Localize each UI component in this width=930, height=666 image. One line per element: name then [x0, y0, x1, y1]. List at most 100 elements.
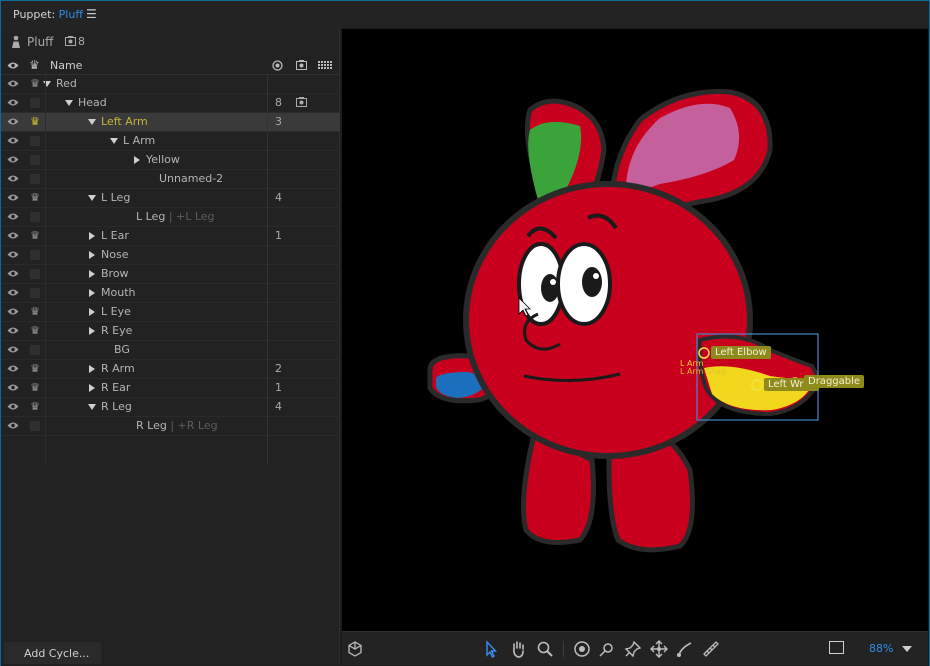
collapse-triangle-icon[interactable]: [89, 270, 95, 278]
collapse-triangle-icon[interactable]: [89, 232, 95, 240]
tree-row-label: L Arm: [123, 134, 156, 147]
collapse-triangle-icon[interactable]: [89, 384, 95, 392]
visibility-eye-icon[interactable]: [7, 344, 19, 356]
tree-row[interactable]: ♛ Red: [1, 75, 340, 94]
visibility-eye-icon[interactable]: [7, 325, 19, 337]
expand-triangle-icon[interactable]: [65, 100, 73, 106]
handle-count: 4: [275, 191, 282, 204]
crown-icon[interactable]: ♛: [28, 77, 42, 91]
tree-row[interactable]: Yellow: [1, 151, 340, 170]
tree-row[interactable]: R Leg | +R Leg: [1, 417, 340, 436]
visibility-eye-icon[interactable]: [7, 173, 19, 185]
collapse-triangle-icon[interactable]: [89, 308, 95, 316]
visibility-eye-icon[interactable]: [7, 401, 19, 413]
select-tool-icon[interactable]: [481, 639, 501, 659]
background-color-swatch[interactable]: [829, 641, 844, 654]
visibility-eye-icon[interactable]: [7, 420, 19, 432]
tree-row[interactable]: Mouth: [1, 284, 340, 303]
crown-icon[interactable]: ♛: [28, 400, 42, 414]
tree-row[interactable]: Unnamed-2: [1, 170, 340, 189]
name-column-header[interactable]: Name: [50, 59, 82, 72]
collapse-triangle-icon[interactable]: [89, 289, 95, 297]
visibility-eye-icon[interactable]: [7, 192, 19, 204]
tree-row[interactable]: Nose: [1, 246, 340, 265]
visibility-eye-icon[interactable]: [7, 230, 19, 242]
visibility-eye-icon[interactable]: [7, 249, 19, 261]
collapse-triangle-icon[interactable]: [89, 327, 95, 335]
tree-row[interactable]: ♛ R Leg 4: [1, 398, 340, 417]
visibility-eye-icon[interactable]: [7, 135, 19, 147]
draggable-label[interactable]: Draggable: [804, 375, 865, 388]
expand-triangle-icon[interactable]: [88, 404, 96, 410]
pin-tool-icon[interactable]: [623, 639, 643, 659]
scene-canvas[interactable]: Left Elbow Left Wrist Draggable L Arm L …: [342, 29, 928, 631]
crown-icon[interactable]: ♛: [28, 324, 42, 338]
tree-row[interactable]: ♛ Left Arm 3: [1, 113, 340, 132]
crown-icon[interactable]: ♛: [28, 229, 42, 243]
collapse-triangle-icon[interactable]: [89, 251, 95, 259]
grid-column-icon: [318, 61, 332, 69]
handle-tool-icon[interactable]: [597, 639, 617, 659]
left-elbow-label[interactable]: Left Elbow: [711, 346, 771, 359]
crown-toggle-box[interactable]: [30, 250, 40, 260]
tree-row[interactable]: ♛ L Ear 1: [1, 227, 340, 246]
crown-toggle-box[interactable]: [30, 212, 40, 222]
crown-toggle-box[interactable]: [30, 155, 40, 165]
tree-row-label: L Leg: [101, 191, 131, 204]
zoom-level[interactable]: 88%: [869, 642, 893, 655]
crown-toggle-box[interactable]: [30, 269, 40, 279]
origin-column-icon: [272, 60, 283, 71]
visibility-eye-icon[interactable]: [7, 268, 19, 280]
hamburger-icon[interactable]: ☰: [86, 7, 97, 21]
tree-row[interactable]: ♛ R Arm 2: [1, 360, 340, 379]
stick-tool-icon[interactable]: [675, 639, 695, 659]
tree-row[interactable]: Head 8: [1, 94, 340, 113]
crown-toggle-box[interactable]: [30, 174, 40, 184]
ruler-tool-icon[interactable]: [701, 639, 721, 659]
visibility-eye-icon[interactable]: [7, 306, 19, 318]
crown-toggle-box[interactable]: [30, 136, 40, 146]
tree-row-label: R Arm: [101, 362, 135, 375]
crown-icon[interactable]: ♛: [28, 381, 42, 395]
crown-icon[interactable]: ♛: [28, 191, 42, 205]
add-cycle-button[interactable]: Add Cycle...: [4, 642, 101, 664]
tree-row[interactable]: ♛ L Eye: [1, 303, 340, 322]
tree-row[interactable]: BG: [1, 341, 340, 360]
crown-toggle-box[interactable]: [30, 345, 40, 355]
crown-toggle-box[interactable]: [30, 288, 40, 298]
panel-title: Puppet: Pluff: [13, 8, 83, 21]
crown-icon[interactable]: ♛: [28, 305, 42, 319]
visibility-eye-icon[interactable]: [7, 154, 19, 166]
expand-triangle-icon[interactable]: [88, 119, 96, 125]
tree-row[interactable]: L Arm: [1, 132, 340, 151]
tree-row[interactable]: Brow: [1, 265, 340, 284]
crown-toggle-box[interactable]: [30, 421, 40, 431]
crown-icon[interactable]: ♛: [28, 362, 42, 376]
tree-row[interactable]: ♛ R Eye: [1, 322, 340, 341]
puppet-info: Pluff 8: [1, 28, 340, 56]
tree-row[interactable]: L Leg | +L Leg: [1, 208, 340, 227]
visibility-eye-icon[interactable]: [7, 97, 19, 109]
chevron-down-icon[interactable]: [902, 646, 912, 652]
visibility-eye-icon[interactable]: [7, 116, 19, 128]
visibility-eye-icon[interactable]: [7, 78, 19, 90]
puppet-stage[interactable]: [342, 29, 928, 631]
expand-triangle-icon[interactable]: [110, 138, 118, 144]
zoom-tool-icon[interactable]: [535, 639, 555, 659]
expand-triangle-icon[interactable]: [88, 195, 96, 201]
collapse-triangle-icon[interactable]: [89, 365, 95, 373]
tree-row[interactable]: ♛ L Leg 4: [1, 189, 340, 208]
tree-row-label: Mouth: [101, 286, 136, 299]
dragger-tool-icon[interactable]: [649, 639, 669, 659]
tree-row[interactable]: ♛ R Ear 1: [1, 379, 340, 398]
collapse-triangle-icon[interactable]: [134, 156, 140, 164]
origin-tool-icon[interactable]: [572, 639, 592, 659]
visibility-eye-icon[interactable]: [7, 287, 19, 299]
crown-icon[interactable]: ♛: [28, 115, 42, 129]
visibility-eye-icon[interactable]: [7, 363, 19, 375]
visibility-eye-icon[interactable]: [7, 211, 19, 223]
crown-toggle-box[interactable]: [30, 98, 40, 108]
cube-icon[interactable]: [345, 639, 365, 659]
hand-tool-icon[interactable]: [508, 639, 528, 659]
visibility-eye-icon[interactable]: [7, 382, 19, 394]
